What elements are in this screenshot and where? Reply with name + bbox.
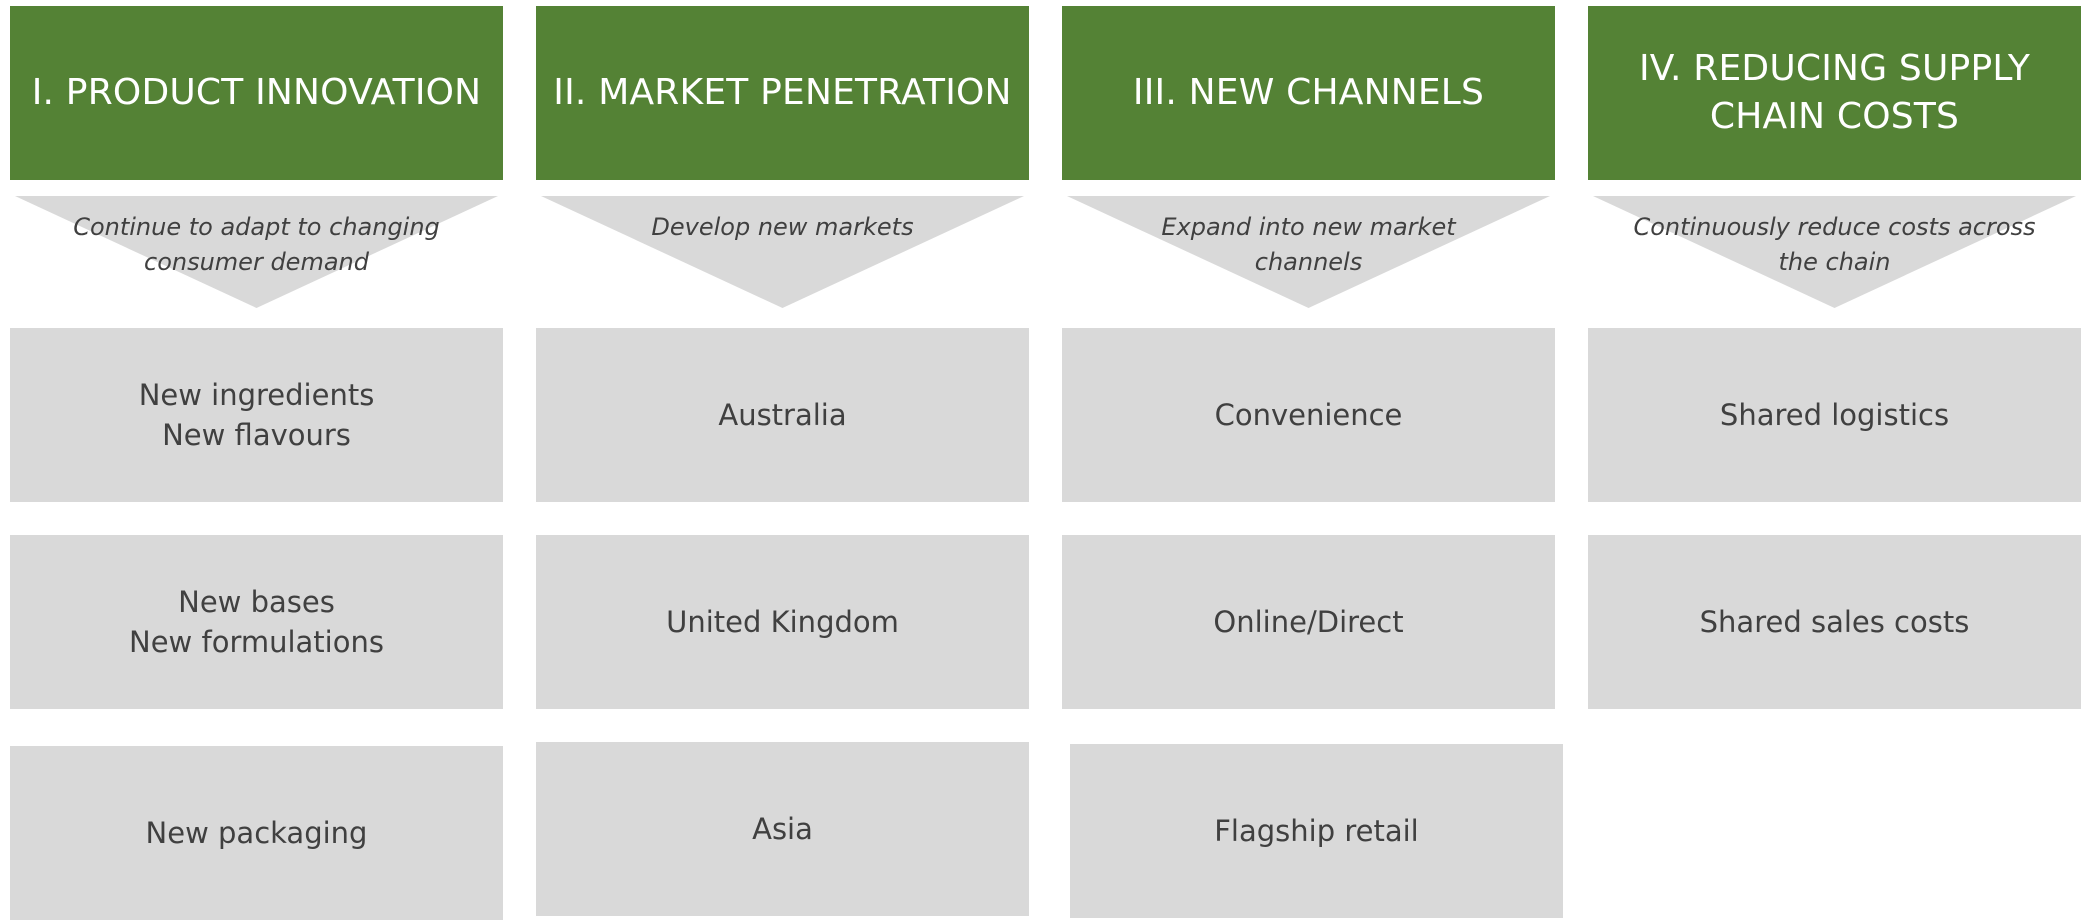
subtitle-arrow: Continue to adapt to changing consumer d…	[15, 196, 498, 308]
strategy-item: Flagship retail	[1070, 744, 1563, 918]
strategy-item: Online/Direct	[1062, 535, 1555, 709]
column-header: I. PRODUCT INNOVATION	[10, 6, 503, 180]
column-market-penetration: II. MARKET PENETRATION Develop new marke…	[536, 0, 1029, 916]
subtitle-arrow: Expand into new market channels	[1067, 196, 1550, 308]
strategy-item: United Kingdom	[536, 535, 1029, 709]
column-new-channels: III. NEW CHANNELS Expand into new market…	[1062, 0, 1563, 918]
column-header: II. MARKET PENETRATION	[536, 6, 1029, 180]
strategy-item: Convenience	[1062, 328, 1555, 502]
column-subtitle: Continue to adapt to changing consumer d…	[73, 213, 440, 276]
strategy-item: Shared sales costs	[1588, 535, 2081, 709]
column-header: III. NEW CHANNELS	[1062, 6, 1555, 180]
column-subtitle: Develop new markets	[651, 213, 914, 241]
subtitle-arrow: Continuously reduce costs across the cha…	[1593, 196, 2076, 308]
column-product-innovation: I. PRODUCT INNOVATION Continue to adapt …	[10, 0, 503, 920]
column-header: IV. REDUCING SUPPLY CHAIN COSTS	[1588, 6, 2081, 180]
column-supply-chain-costs: IV. REDUCING SUPPLY CHAIN COSTS Continuo…	[1588, 0, 2081, 912]
strategy-item: New packaging	[10, 746, 503, 920]
strategy-item: New bases New formulations	[10, 535, 503, 709]
column-subtitle: Continuously reduce costs across the cha…	[1633, 213, 2036, 276]
strategy-item: Asia	[536, 742, 1029, 916]
strategy-item: Shared logistics	[1588, 328, 2081, 502]
strategy-diagram: I. PRODUCT INNOVATION Continue to adapt …	[0, 0, 2084, 920]
strategy-item: New ingredients New flavours	[10, 328, 503, 502]
subtitle-arrow: Develop new markets	[541, 196, 1024, 308]
strategy-item: Australia	[536, 328, 1029, 502]
column-subtitle: Expand into new market channels	[1161, 213, 1456, 276]
